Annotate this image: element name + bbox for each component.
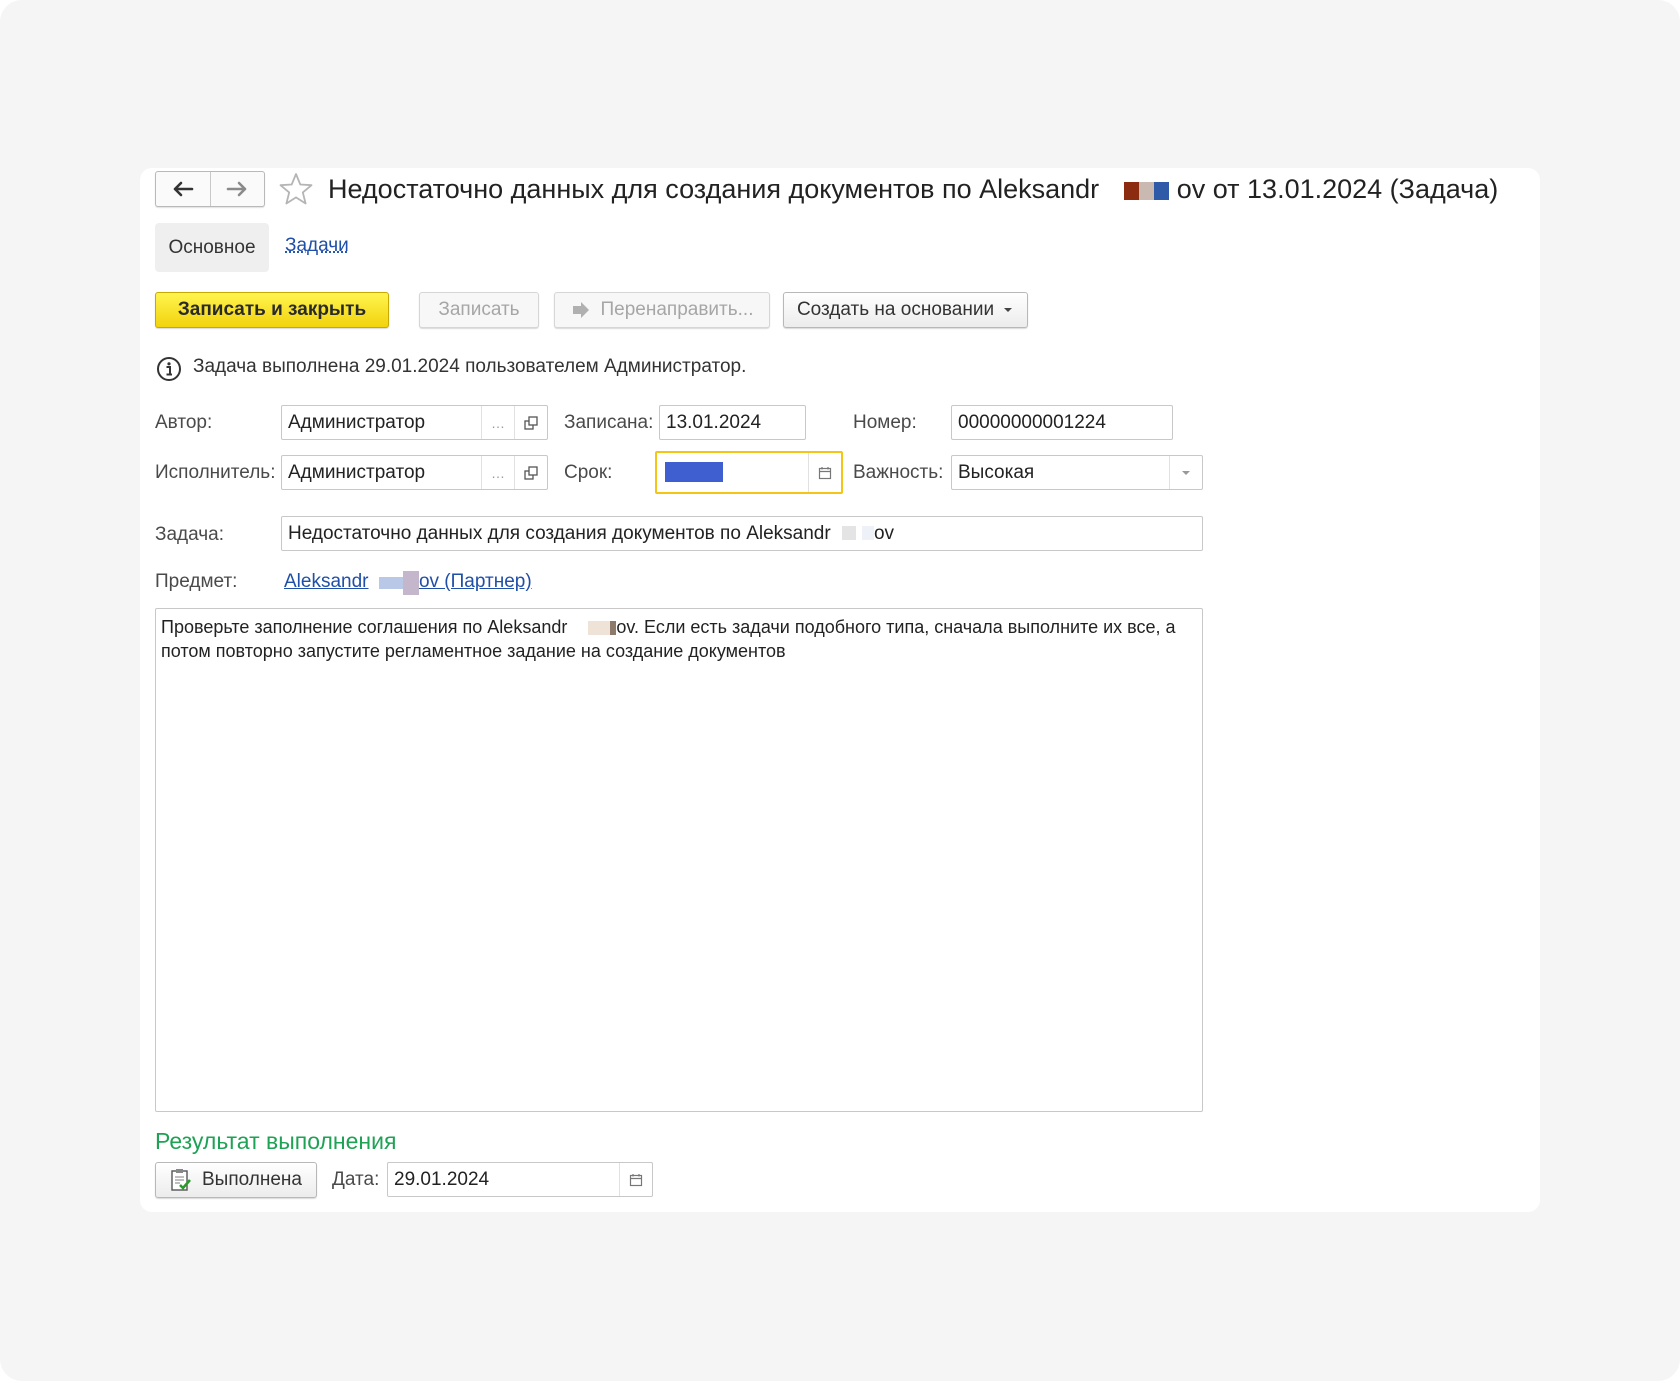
tab-tasks[interactable]: Задачи — [285, 235, 349, 257]
result-date-field[interactable]: 29.01.2024 — [387, 1162, 653, 1197]
arrow-right-icon — [226, 181, 247, 197]
deadline-field[interactable] — [655, 451, 843, 494]
arrow-left-icon — [173, 181, 194, 197]
importance-select[interactable]: Высокая — [951, 455, 1203, 490]
recorded-label: Записана: — [564, 412, 654, 433]
task-form-window: Недостаточно данных для создания докумен… — [140, 168, 1540, 1212]
deadline-value — [657, 462, 808, 484]
calendar-icon[interactable] — [808, 453, 841, 492]
task-label: Задача: — [155, 524, 225, 545]
recorded-date-value: 13.01.2024 — [666, 411, 762, 433]
info-message: Задача выполнена 29.01.2024 пользователе… — [193, 356, 747, 377]
ellipsis-icon[interactable]: … — [481, 456, 514, 489]
number-value: 00000000001224 — [958, 411, 1106, 433]
back-button[interactable] — [156, 172, 210, 206]
recorded-date-field[interactable]: 13.01.2024 — [659, 405, 806, 440]
task-value: Недостаточно данных для создания докумен… — [282, 523, 1202, 545]
star-icon — [279, 173, 313, 205]
navigation-buttons — [155, 171, 265, 207]
chevron-down-icon — [1004, 308, 1013, 312]
task-value-start: Недостаточно данных для создания докумен… — [288, 522, 831, 544]
result-section-title: Результат выполнения — [155, 1128, 397, 1154]
importance-label: Важность: — [853, 462, 944, 483]
ellipsis-icon[interactable]: … — [481, 406, 514, 439]
open-window-icon[interactable] — [514, 406, 547, 439]
title-text-end: ov от 13.01.2024 (Задача) — [1176, 174, 1499, 204]
create-based-on-button[interactable]: Создать на основании — [783, 292, 1028, 328]
create-based-on-label: Создать на основании — [796, 299, 995, 320]
importance-value: Высокая — [958, 461, 1035, 483]
author-value: Администратор — [288, 411, 426, 433]
result-date-value: 29.01.2024 — [394, 1168, 490, 1190]
result-date-label: Дата: — [332, 1169, 380, 1190]
author-field[interactable]: Администратор … — [281, 405, 548, 440]
subject-link[interactable]: Aleksandr ov (Партнер) — [284, 571, 532, 595]
calendar-icon[interactable] — [619, 1163, 652, 1196]
description-textarea[interactable]: Проверьте заполнение соглашения по Aleks… — [155, 608, 1203, 1112]
tab-main[interactable]: Основное — [155, 223, 269, 272]
deadline-label: Срок: — [564, 462, 613, 483]
forward-button[interactable] — [209, 172, 265, 206]
executor-label: Исполнитель: — [155, 462, 276, 483]
redirect-button-label: Перенаправить... — [600, 299, 754, 320]
window-title: Недостаточно данных для создания докумен… — [328, 170, 1498, 208]
executor-field[interactable]: Администратор … — [281, 455, 548, 490]
redirect-button[interactable]: Перенаправить... — [554, 292, 770, 328]
save-button[interactable]: Записать — [419, 292, 539, 328]
selected-text-highlight — [665, 462, 723, 483]
subject-link-start: Aleksandr — [284, 571, 369, 593]
redirect-arrow-icon — [572, 302, 589, 318]
author-label: Автор: — [155, 412, 213, 433]
number-label: Номер: — [853, 412, 917, 433]
clipboard-check-icon — [171, 1169, 191, 1191]
task-field[interactable]: Недостаточно данных для создания докумен… — [281, 516, 1203, 551]
favorite-button[interactable] — [278, 172, 314, 211]
open-window-icon[interactable] — [514, 456, 547, 489]
done-button-label: Выполнена — [202, 1169, 302, 1190]
save-and-close-button[interactable]: Записать и закрыть — [155, 292, 389, 328]
title-text-start: Недостаточно данных для создания докумен… — [328, 174, 1100, 204]
executor-value: Администратор — [288, 461, 426, 483]
description-start: Проверьте заполнение соглашения по Aleks… — [161, 617, 568, 637]
info-icon — [156, 356, 182, 387]
screen-background: Недостаточно данных для создания докумен… — [0, 0, 1680, 1381]
number-field[interactable]: 00000000001224 — [951, 405, 1173, 440]
subject-link-end: ov (Партнер) — [418, 571, 532, 593]
subject-label: Предмет: — [155, 571, 238, 592]
chevron-down-icon[interactable] — [1169, 456, 1202, 489]
task-value-end: ov — [873, 522, 895, 544]
done-button[interactable]: Выполнена — [155, 1162, 317, 1198]
